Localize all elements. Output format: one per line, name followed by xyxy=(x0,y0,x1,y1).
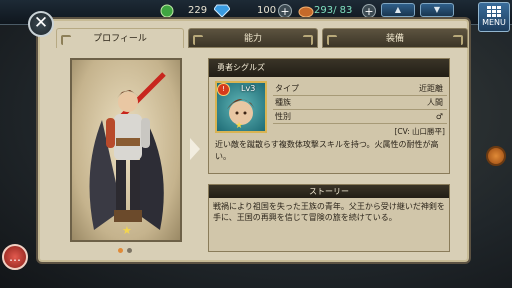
tab-ornament-left xyxy=(193,35,203,45)
rarity-star-icon: ★ xyxy=(235,121,244,131)
stat-value: 近距離 xyxy=(419,84,443,93)
character-name: 勇者シグルズ xyxy=(209,59,449,77)
gem-icon xyxy=(213,3,231,18)
gem-count: 100 xyxy=(257,5,277,16)
stat-race: 種族 人間 xyxy=(273,97,447,110)
menu-label: MENU xyxy=(482,18,506,27)
tab-abilities[interactable]: 能力 xyxy=(188,28,318,48)
tab-ornament-left xyxy=(327,35,337,45)
stat-gender: 性別 ♂ xyxy=(273,111,447,124)
tab-label: 能力 xyxy=(243,34,262,44)
close-button[interactable]: ✕ xyxy=(28,11,54,37)
stat-value: 人間 xyxy=(427,98,443,107)
tab-label: プロフィール xyxy=(93,34,147,44)
story-title: ストーリー xyxy=(209,185,449,198)
character-avatar: ! Lv3 ★ xyxy=(215,81,267,133)
tab-profile[interactable]: プロフィール xyxy=(56,28,184,48)
stat-type: タイプ 近距離 xyxy=(273,83,447,96)
story-text: 戦禍により祖国を失った王族の青年。父王から受け継いだ神剣を手に、王国の再興を信じ… xyxy=(213,202,445,222)
coin-icon xyxy=(160,3,174,18)
add-gems-button[interactable]: + xyxy=(278,4,292,18)
tab-ornament-right xyxy=(303,35,313,45)
add-stamina-button[interactable]: + xyxy=(362,4,376,18)
settings-button[interactable]: ▼ xyxy=(420,3,454,17)
character-portrait[interactable]: ★ xyxy=(70,58,182,242)
character-description: 近い敵を蹴散らす複数体攻撃スキルを持つ。火属性の耐性が高い。 xyxy=(215,140,439,161)
stat-value: ♂ xyxy=(435,112,443,121)
tab-ornament-right xyxy=(453,35,463,45)
page-indicator xyxy=(118,248,138,254)
chat-button[interactable]: … xyxy=(2,244,28,270)
page-dot[interactable] xyxy=(127,248,132,253)
side-event-icon[interactable] xyxy=(486,146,506,166)
page-dot-active[interactable] xyxy=(118,248,123,253)
stamina-icon xyxy=(298,3,314,18)
next-arrow-icon[interactable] xyxy=(190,138,200,160)
notice-button[interactable]: ▲ xyxy=(381,3,415,17)
voice-actor: [CV: 山口勝平] xyxy=(394,127,445,136)
rarity-star-icon: ★ xyxy=(122,224,132,237)
stat-key: 性別 xyxy=(275,112,291,121)
stamina-count: 293/ 83 xyxy=(314,5,353,16)
menu-button[interactable]: MENU xyxy=(478,2,510,32)
tab-label: 装備 xyxy=(385,34,404,44)
stat-key: 種族 xyxy=(275,98,291,107)
coin-count: 229 xyxy=(188,5,208,16)
tab-ornament-left xyxy=(61,35,71,45)
grid-icon xyxy=(487,6,501,18)
stat-key: タイプ xyxy=(275,84,299,93)
story-section: ストーリー 戦禍により祖国を失った王族の青年。父王から受け継いだ神剣を手に、王国… xyxy=(208,184,450,252)
tab-equipment[interactable]: 装備 xyxy=(322,28,468,48)
hero-illustration xyxy=(89,72,166,230)
character-info: 勇者シグルズ ! Lv3 ★ タイプ 近距離 種族 人間 性別 ♂ [CV: 山… xyxy=(208,58,450,174)
